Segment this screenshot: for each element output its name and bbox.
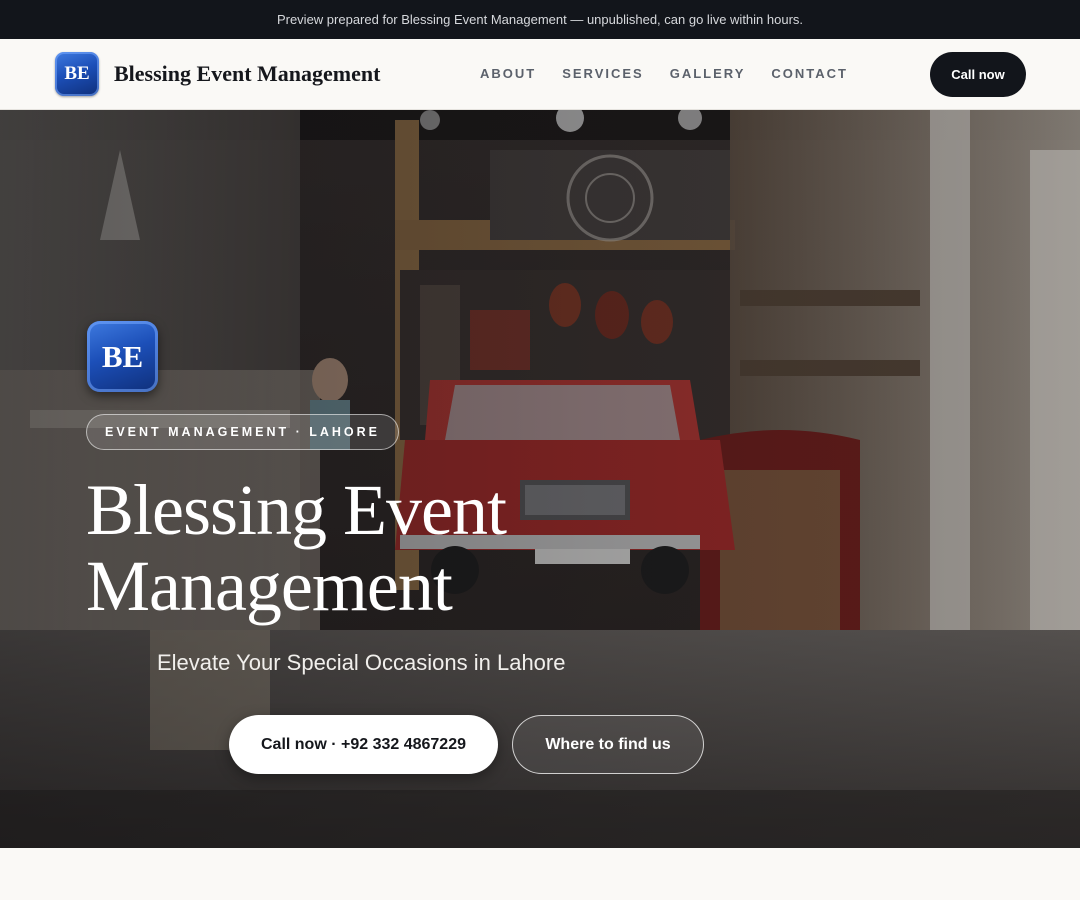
- preview-banner: Preview prepared for Blessing Event Mana…: [0, 0, 1080, 39]
- main-nav: ABOUT SERVICES GALLERY CONTACT: [480, 66, 848, 81]
- brand-name[interactable]: Blessing Event Management: [114, 61, 380, 87]
- site-header: BE Blessing Event Management ABOUT SERVI…: [0, 39, 1080, 110]
- nav-link-services[interactable]: SERVICES: [562, 66, 644, 81]
- hero-eyebrow-badge: EVENT MANAGEMENT · LAHORE: [86, 414, 399, 450]
- hero-logo-initials: BE: [101, 338, 144, 374]
- hero-subtitle: Elevate Your Special Occasions in Lahore: [157, 650, 566, 675]
- nav-link-about[interactable]: ABOUT: [480, 66, 536, 81]
- preview-banner-text: Preview prepared for Blessing Event Mana…: [276, 12, 804, 27]
- hero-call-button[interactable]: Call now · +92 332 4867229: [229, 715, 498, 774]
- nav-link-gallery[interactable]: GALLERY: [670, 66, 746, 81]
- hero-section: BE EVENT MANAGEMENT · LAHORE Blessing Ev…: [0, 110, 1080, 848]
- hero-title: Blessing Event Management: [86, 470, 507, 626]
- brand-logo-icon[interactable]: BE: [55, 52, 99, 96]
- nav-link-contact[interactable]: CONTACT: [771, 66, 848, 81]
- hero-find-us-button[interactable]: Where to find us: [512, 715, 704, 774]
- brand-logo-initials: BE: [64, 63, 90, 84]
- call-now-button[interactable]: Call now: [930, 52, 1026, 97]
- hero-logo-icon: BE: [87, 321, 158, 392]
